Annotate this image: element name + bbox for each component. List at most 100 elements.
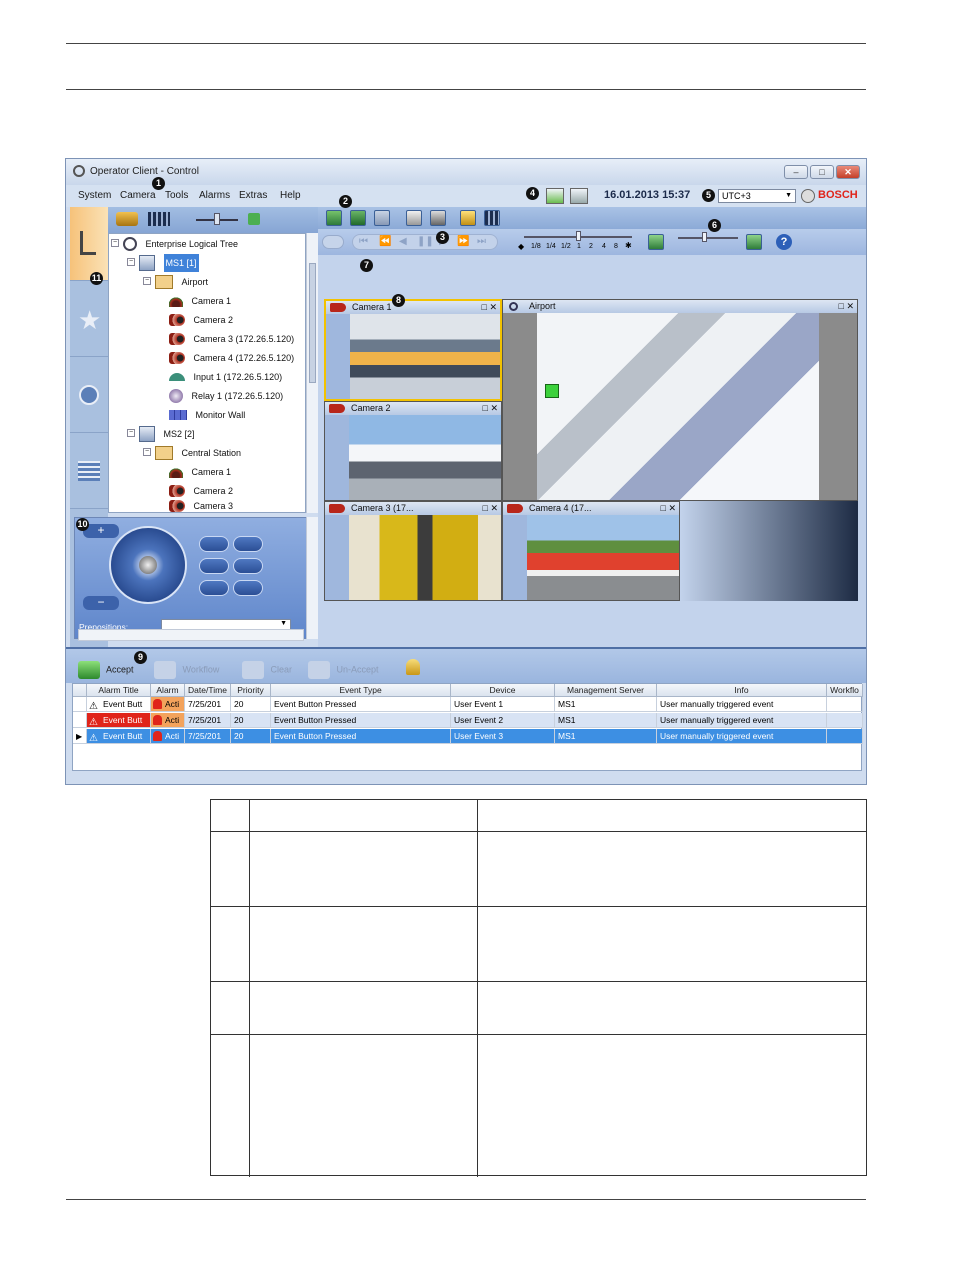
skip-back-icon[interactable]: ⏮: [359, 236, 368, 247]
audio-icon[interactable]: [322, 235, 344, 249]
image-pane-camera-1[interactable]: Camera 1 □ ✕: [324, 299, 502, 401]
row-selector[interactable]: ▶: [73, 729, 87, 744]
step-back-icon[interactable]: ⏪: [379, 236, 391, 247]
tree-node-ms1[interactable]: − MS1 [1]: [127, 253, 199, 272]
workflow-button[interactable]: Workflow: [154, 661, 219, 679]
close-icon[interactable]: □ ✕: [483, 502, 498, 515]
focus-near-button[interactable]: [199, 536, 229, 552]
speed-slider-thumb[interactable]: [576, 231, 581, 241]
image-pane-camera-4[interactable]: Camera 4 (17... □ ✕: [502, 501, 680, 601]
column-header[interactable]: Event Type: [271, 684, 451, 697]
fullscreen-icon[interactable]: [746, 234, 762, 250]
pane-count-thumb[interactable]: [702, 232, 707, 242]
ptz-scrollbar[interactable]: [306, 517, 318, 639]
camera-view-icon[interactable]: [116, 212, 138, 226]
unaccept-button[interactable]: Un-Accept: [308, 661, 379, 679]
accept-button[interactable]: Accept: [78, 661, 134, 679]
image-pane-camera-2[interactable]: Camera 2 □ ✕: [324, 401, 502, 501]
close-button[interactable]: ✕: [836, 165, 860, 179]
map-hotspot-camera[interactable]: [545, 384, 559, 398]
ptz-horizontal-scrollbar[interactable]: [78, 629, 304, 641]
image-window-icon[interactable]: [374, 210, 390, 226]
tab-logical-tree[interactable]: [70, 207, 108, 281]
tree-node-ms2[interactable]: − MS2 [2]: [127, 424, 195, 442]
printer-icon[interactable]: [801, 189, 815, 203]
collapse-toggle[interactable]: −: [127, 258, 135, 266]
window-layout-icon[interactable]: [648, 234, 664, 250]
image-pane-airport-map[interactable]: Airport □ ✕: [502, 299, 858, 501]
empty-image-pane[interactable]: [680, 501, 858, 601]
tree-node-airport[interactable]: − Airport: [143, 272, 208, 290]
timezone-select[interactable]: UTC+3 ▼: [718, 189, 796, 203]
tree-node-enterprise[interactable]: − Enterprise Logical Tree: [111, 234, 238, 252]
snapshot-icon[interactable]: [430, 210, 446, 226]
tab-favorites[interactable]: ★: [70, 283, 108, 357]
table-row[interactable]: ⚠ Event Butt Acti 7/25/201 20 Event Butt…: [73, 697, 863, 713]
minimize-button[interactable]: –: [784, 165, 808, 179]
menu-help[interactable]: Help: [280, 190, 301, 201]
close-icon[interactable]: □ ✕: [482, 301, 497, 314]
print-icon[interactable]: [406, 210, 422, 226]
clear-button[interactable]: Clear: [242, 661, 292, 679]
column-header[interactable]: Info: [657, 684, 827, 697]
tree-node-central-station[interactable]: − Central Station: [143, 443, 241, 461]
column-header[interactable]: Device: [451, 684, 555, 697]
table-row-selected[interactable]: ▶ ⚠ Event Butt Acti 7/25/201 20 Event Bu…: [73, 729, 863, 745]
zoom-tele-button[interactable]: [233, 580, 263, 596]
scroll-thumb[interactable]: [309, 263, 316, 383]
volume-slider-thumb[interactable]: [214, 213, 220, 225]
menu-tools[interactable]: Tools: [165, 190, 188, 201]
tree-node-camera[interactable]: Camera 3: [169, 496, 233, 514]
table-row[interactable]: ⚠ Event Butt Acti 7/25/201 20 Event Butt…: [73, 713, 863, 729]
iris-open-button[interactable]: [199, 558, 229, 574]
zoom-out-button[interactable]: −: [83, 596, 119, 610]
row-selector[interactable]: [73, 713, 87, 728]
ptz-center-knob[interactable]: [139, 556, 157, 574]
column-header[interactable]: Alarm Title: [87, 684, 151, 697]
tree-node-input[interactable]: Input 1 (172.26.5.120): [169, 367, 282, 385]
tab-map[interactable]: [70, 359, 108, 433]
column-header[interactable]: Priority: [231, 684, 271, 697]
instant-playback-icon[interactable]: [350, 210, 366, 226]
favorites-add-icon[interactable]: [460, 210, 476, 226]
tree-node-camera[interactable]: Camera 3 (172.26.5.120): [169, 329, 294, 347]
pause-icon[interactable]: ❚❚: [417, 236, 434, 247]
collapse-toggle[interactable]: −: [111, 239, 119, 247]
bell-icon[interactable]: [406, 659, 420, 675]
column-header[interactable]: Date/Time: [185, 684, 231, 697]
pane-count-slider[interactable]: [678, 237, 738, 239]
collapse-toggle[interactable]: −: [127, 429, 135, 437]
menu-system[interactable]: System: [78, 190, 111, 201]
row-selector[interactable]: [73, 697, 87, 712]
export-video-icon[interactable]: [484, 210, 500, 226]
maximize-button[interactable]: □: [810, 165, 834, 179]
tree-node-camera[interactable]: Camera 4 (172.26.5.120): [169, 348, 294, 366]
play-reverse-icon[interactable]: ◀: [399, 236, 407, 247]
close-icon[interactable]: □ ✕: [839, 300, 854, 313]
focus-far-button[interactable]: [233, 536, 263, 552]
image-pane-camera-3[interactable]: Camera 3 (17... □ ✕: [324, 501, 502, 601]
menu-extras[interactable]: Extras: [239, 190, 267, 201]
menu-alarms[interactable]: Alarms: [199, 190, 230, 201]
tree-node-camera[interactable]: Camera 2: [169, 310, 233, 328]
tree-node-monitor-wall[interactable]: Monitor Wall: [169, 405, 245, 423]
skip-forward-icon[interactable]: ⏭: [477, 236, 486, 247]
column-header[interactable]: Management Server: [555, 684, 657, 697]
tab-alarm-list[interactable]: [70, 435, 108, 509]
column-header[interactable]: Alarm: [151, 684, 185, 697]
menu-camera[interactable]: Camera: [120, 190, 156, 201]
playback-view-icon[interactable]: [148, 212, 170, 226]
close-icon[interactable]: □ ✕: [661, 502, 676, 515]
step-forward-icon[interactable]: ⏩: [457, 236, 469, 247]
tree-scrollbar[interactable]: [306, 233, 318, 513]
collapse-toggle[interactable]: −: [143, 277, 151, 285]
tree-node-camera[interactable]: Camera 1: [169, 291, 231, 309]
iris-close-button[interactable]: [233, 558, 263, 574]
column-header[interactable]: Workflo: [827, 684, 863, 697]
help-icon[interactable]: ?: [776, 234, 792, 250]
tree-node-relay[interactable]: Relay 1 (172.26.5.120): [169, 386, 283, 404]
tree-node-camera[interactable]: Camera 1: [169, 462, 231, 480]
zoom-wide-button[interactable]: [199, 580, 229, 596]
close-icon[interactable]: □ ✕: [483, 402, 498, 415]
live-mode-icon[interactable]: [326, 210, 342, 226]
